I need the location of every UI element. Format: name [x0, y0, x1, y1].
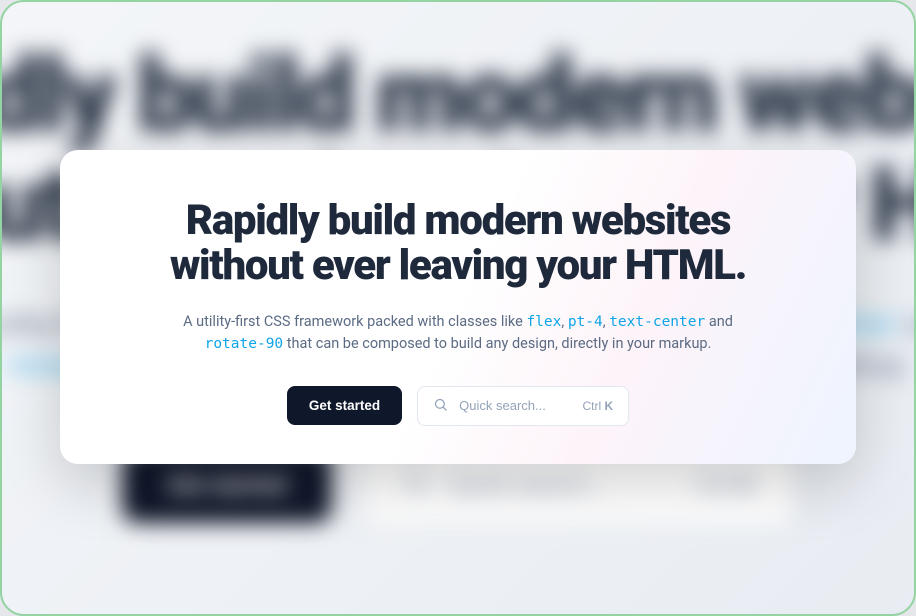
get-started-button[interactable]: Get started — [287, 386, 402, 425]
midword: and — [705, 313, 733, 330]
bg-search-icon — [402, 468, 430, 503]
hero-subtext: A utility-first CSS framework packed wit… — [178, 311, 738, 356]
bg-search-placeholder: Quick search... — [450, 472, 606, 499]
kbd-ctrl: Ctrl — [582, 399, 604, 413]
code-class-flex: flex — [526, 314, 561, 330]
subtext-prefix: A utility-first CSS framework packed wit… — [183, 313, 526, 330]
quick-search-button[interactable]: Quick search... Ctrl K — [417, 386, 629, 426]
heading-line1: Rapidly build modern websites — [186, 196, 730, 245]
bg-heading-line1: Rapidly build modern websites — [0, 42, 916, 151]
hero-actions-row: Get started Quick search... Ctrl K — [287, 386, 629, 426]
hero-modal-card: Rapidly build modern websites without ev… — [60, 150, 856, 464]
search-placeholder-text: Quick search... — [459, 398, 546, 413]
code-class-pt4: pt-4 — [568, 314, 603, 330]
subtext-suffix: that can be composed to build any design… — [283, 335, 711, 352]
hero-heading: Rapidly build modern websites without ev… — [170, 198, 746, 289]
code-class-rotate90: rotate-90 — [205, 336, 284, 352]
search-icon — [433, 397, 448, 415]
bg-kbd-group: Ctrl K — [696, 472, 754, 499]
kbd-shortcut: Ctrl K — [582, 399, 613, 413]
heading-line2: without ever leaving your HTML. — [170, 241, 746, 290]
code-class-text-center: text-center — [609, 314, 705, 330]
bg-midword: and — [900, 309, 916, 339]
kbd-k: K — [604, 399, 613, 413]
